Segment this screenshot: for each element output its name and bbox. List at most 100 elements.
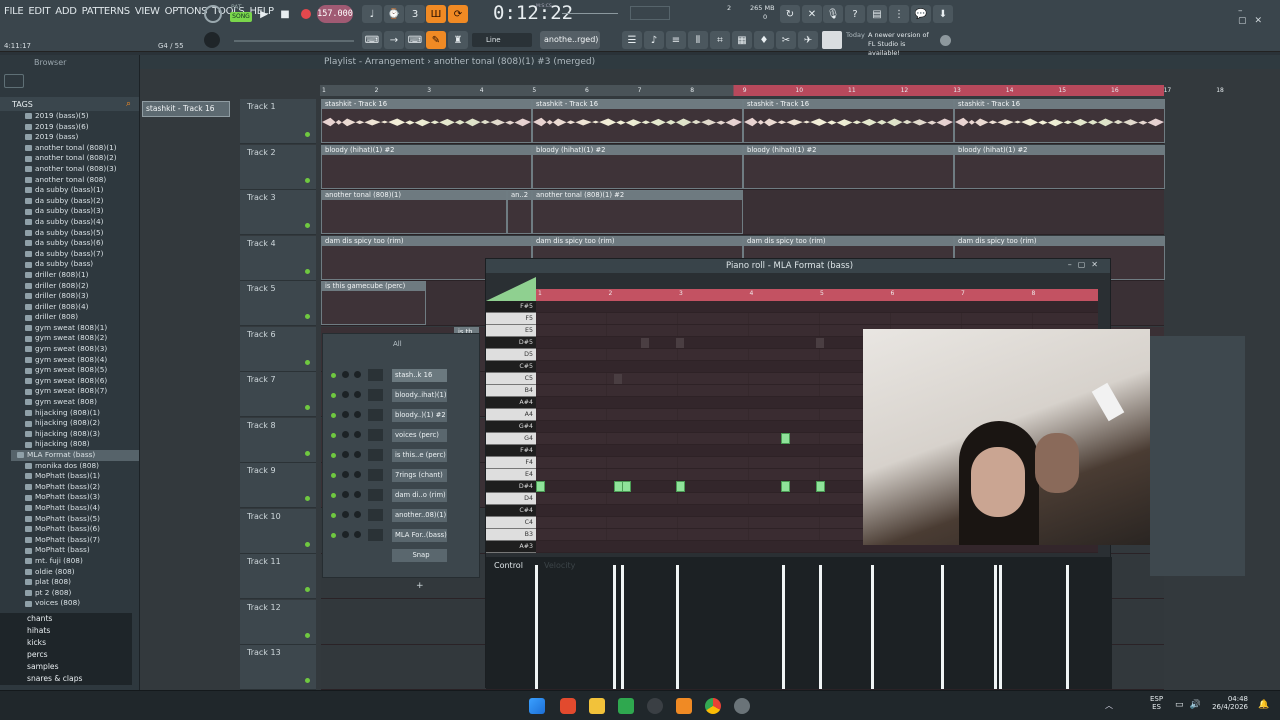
browser-item[interactable]: hijacking (808)(1) [25,408,139,419]
pan-knob[interactable] [342,511,349,518]
browser-item[interactable]: another tonal (808) [25,175,139,186]
channel-button[interactable]: bloody..ihat)(1) [392,389,447,402]
track-mute-led[interactable] [305,541,310,547]
channel-row[interactable]: bloody..)(1) #2 [323,407,481,423]
velocity-bar[interactable] [871,565,874,689]
piano-key[interactable]: F5 [486,313,536,325]
mixer-track-box[interactable] [368,429,383,441]
settings-icon[interactable] [734,698,750,714]
track-header[interactable]: Track 5 [240,281,316,326]
channel-button[interactable]: dam di..o (rim) [392,489,447,502]
browser-item[interactable]: MoPhatt (bass)(7) [25,535,139,546]
browser-folder[interactable]: samples [0,661,132,673]
playlist-clip[interactable]: bloody (hihat)(1) #2 [532,144,743,189]
track-header[interactable]: Track 6 [240,326,316,372]
track-mute-led[interactable] [305,268,310,274]
obs-icon[interactable] [647,698,663,714]
piano-key[interactable]: C#5 [486,361,536,373]
note[interactable] [622,481,631,492]
download-icon[interactable]: ⬇ [933,5,953,23]
browser-item[interactable]: pt 2 (808) [25,588,139,599]
note[interactable] [781,433,790,444]
play-button[interactable]: ▶ [254,5,274,23]
channel-button[interactable]: is this..e (perc) [392,449,447,462]
playlist-clip[interactable]: bloody (hihat)(1) #2 [954,144,1165,189]
browser-item[interactable]: hijacking (808)(3) [25,429,139,440]
browser-item[interactable]: MoPhatt (bass)(4) [25,503,139,514]
browser-item[interactable]: hijacking (808) [25,439,139,450]
browser-item[interactable]: da subby (bass)(7) [25,249,139,260]
playlist-clip[interactable]: an..2 [507,190,532,234]
browser-item[interactable]: gym sweat (808)(4) [25,355,139,366]
app-icon[interactable] [618,698,634,714]
pattern-select[interactable]: anothe..rged) [540,31,600,49]
stop-button[interactable]: ■ [275,5,295,23]
browser-folder[interactable]: hihats [0,625,132,637]
browser-item[interactable]: another tonal (808)(2) [25,153,139,164]
velocity-bar[interactable] [994,565,997,689]
channel-led[interactable] [331,453,336,458]
note[interactable] [816,481,825,492]
browser-item[interactable]: 2019 (bass)(5) [25,111,139,122]
piano-key[interactable]: G#4 [486,421,536,433]
volume-knob[interactable] [354,511,361,518]
project-browser-icon[interactable]: ▦ [732,31,752,49]
pat-mode[interactable]: PAT [231,4,242,11]
loop-record-icon[interactable]: ⟳ [448,5,468,23]
channel-led[interactable] [331,433,336,438]
volume-knob[interactable] [354,451,361,458]
browser-item[interactable]: gym sweat (808)(2) [25,333,139,344]
browser-item[interactable]: driller (808)(1) [25,270,139,281]
track-header[interactable]: Track 10 [240,508,316,554]
browser-item[interactable]: gym sweat (808)(1) [25,323,139,334]
add-channel-button[interactable]: + [416,581,424,591]
channel-settings-icon[interactable]: ⌗ [710,31,730,49]
piano-key[interactable]: C#4 [486,505,536,517]
track-header[interactable]: Track 3 [240,190,316,235]
browser-item[interactable]: gym sweat (808) [25,397,139,408]
plugin-icon[interactable]: ♦ [754,31,774,49]
volume-knob[interactable] [354,471,361,478]
track-mute-led[interactable] [305,587,310,592]
velocity-bar[interactable] [1066,565,1069,689]
browser-item[interactable]: mt. fuji (808) [25,556,139,567]
browser-item[interactable]: da subby (bass)(1) [25,185,139,196]
wrench-icon[interactable]: ✂ [776,31,796,49]
playlist-clip[interactable]: stashkit - Track 16 [743,99,954,143]
volume-knob[interactable] [354,371,361,378]
track-header[interactable]: Track 11 [240,554,316,599]
snap-select[interactable]: Line [472,33,532,47]
volume-knob[interactable] [354,391,361,398]
piano-key[interactable]: A4 [486,409,536,421]
piano-key[interactable]: F#4 [486,445,536,457]
browser-item[interactable]: driller (808)(3) [25,291,139,302]
track-header[interactable]: Track 1 [240,99,316,144]
channel-row[interactable]: 7rings (chant) [323,467,481,483]
playlist-clip[interactable]: another tonal (808)(1) [321,190,507,234]
track-mute-led[interactable] [305,678,310,683]
channel-row[interactable]: bloody..ihat)(1) [323,387,481,403]
channel-led[interactable] [331,393,336,398]
velocity-bar[interactable] [676,565,679,689]
pan-knob[interactable] [342,491,349,498]
channel-button[interactable]: voices (perc) [392,429,447,442]
countdown-icon[interactable]: 3 [405,5,425,23]
mixer-track-box[interactable] [368,449,383,461]
track-header[interactable]: Track 13 [240,645,316,690]
piano-key[interactable]: A#3 [486,541,536,553]
browser-item[interactable]: oldie (808) [25,567,139,578]
track-mute-led[interactable] [305,223,310,228]
track-mute-led[interactable] [305,632,310,638]
step-edit-icon[interactable]: Ш [426,5,446,23]
menu-options[interactable]: OPTIONS [165,6,208,17]
channel-button[interactable]: another..08)(1) [392,509,447,522]
browser-item[interactable]: MoPhatt (bass)(2) [25,482,139,493]
mixer-track-box[interactable] [368,489,383,501]
piano-roll-window-controls[interactable]: –▢✕ [1068,260,1104,269]
piano-key[interactable]: B4 [486,385,536,397]
control-label[interactable]: Control [494,561,523,570]
volume-knob[interactable] [354,531,361,538]
piano-key[interactable]: E4 [486,469,536,481]
track-mute-led[interactable] [305,177,310,183]
browser-item[interactable]: MoPhatt (bass)(5) [25,514,139,525]
